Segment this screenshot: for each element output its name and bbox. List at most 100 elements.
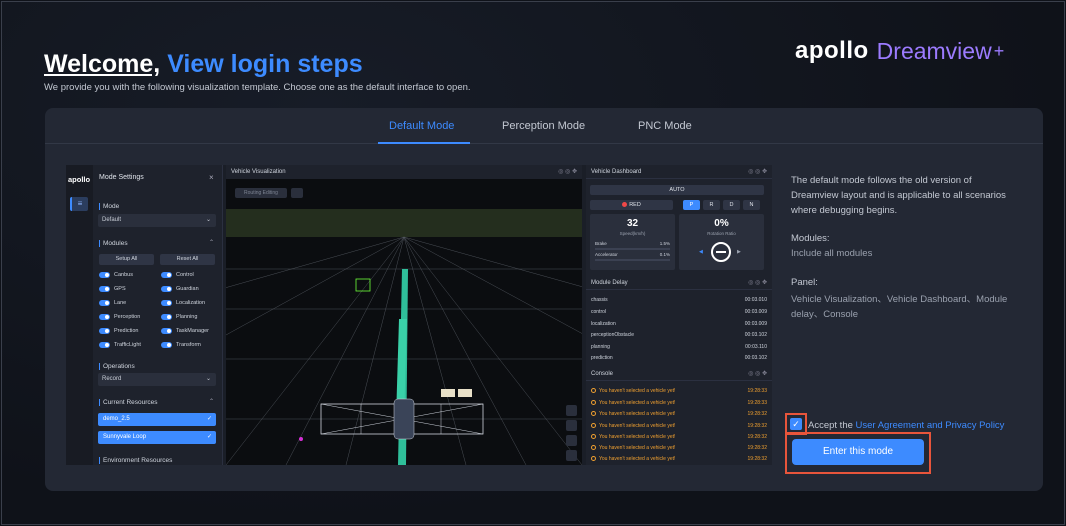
preview-module-toggle: GPS — [99, 285, 126, 293]
panel-controls-icon: ◎ ◎ ✥ — [558, 169, 577, 175]
user-agreement-link[interactable]: User Agreement and Privacy Policy — [856, 420, 1005, 431]
preview-speed-value: 32 — [626, 218, 639, 229]
preview-routing-button: Routing Editing — [235, 188, 287, 198]
preview-mode-label: Mode — [99, 203, 119, 210]
tab-perception-mode[interactable]: Perception Mode — [502, 120, 585, 132]
panel-controls-icon: ◎ ◎ ✥ — [748, 169, 767, 175]
agreement-text: Accept the User Agreement and Privacy Po… — [808, 420, 1004, 431]
preview-console-row: You haven't selected a vehicle yet! 19:28… — [591, 434, 767, 440]
brand-logo: apollo Dreamview + — [795, 36, 1004, 66]
title-underline — [44, 74, 152, 76]
preview-accel-bar — [595, 259, 670, 261]
preview-speed-label: Speed(km/h) — [619, 231, 646, 236]
preview-close-icon: × — [209, 173, 214, 182]
preview-modules-label: Modules — [99, 240, 128, 247]
preview-module-toggle: TrafficLight — [99, 341, 141, 349]
preview-viz-toolbar — [566, 405, 578, 465]
preview-right-panels: Vehicle Dashboard ◎ ◎ ✥ AUTO RED P R D N … — [586, 165, 772, 465]
preview-mode-select: Default ⌄ — [98, 214, 216, 227]
check-circle-icon: ✓ — [206, 416, 212, 422]
preview-env-label: Environment Resources — [99, 457, 172, 464]
mode-description: The default mode follows the old version… — [791, 175, 1006, 216]
preview-console-row: You haven't selected a vehicle yet! 19:28… — [591, 456, 767, 462]
preview-tool-icon — [566, 405, 577, 416]
preview-module-toggle: Perception — [99, 313, 140, 321]
preview-mode-settings: apollo ≡ Mode Settings × Mode Default ⌄ M… — [66, 165, 223, 465]
preview-accel-row: Accelerator 0.1% — [595, 252, 670, 257]
preview-reset-all-button: Reset All — [160, 254, 215, 265]
preview-settings-icon: ≡ — [70, 197, 88, 211]
preview-delay-row: chassis 00:03.010 — [591, 297, 767, 303]
preview-rotation-value: 0% — [714, 218, 729, 229]
preview-brake-row: Brake 1.5% — [595, 241, 670, 246]
preview-brake-bar — [595, 248, 670, 250]
panel-heading: Panel: — [791, 277, 818, 288]
panel-controls-icon: ◎ ◎ ✥ — [748, 371, 767, 377]
preview-console-row: You haven't selected a vehicle yet! 19:28… — [591, 411, 767, 417]
tab-pnc-mode[interactable]: PNC Mode — [638, 120, 692, 132]
preview-module-toggle: Control — [161, 271, 194, 279]
page-subtitle: We provide you with the following visual… — [44, 82, 471, 93]
panel-text: Vehicle Visualization、Vehicle Dashboard、… — [791, 294, 1008, 320]
preview-settings-title: Mode Settings — [99, 174, 144, 181]
view-login-steps-link[interactable]: View login steps — [167, 50, 362, 78]
arrow-right-icon: ▶ — [737, 249, 741, 255]
preview-gear: D — [723, 200, 740, 210]
preview-delay-row: perceptionObstacle 00:03.102 — [591, 332, 767, 338]
modules-text: Include all modules — [791, 248, 873, 259]
active-tab-indicator — [378, 142, 470, 144]
preview-console-row: You haven't selected a vehicle yet! 19:28… — [591, 400, 767, 406]
preview-module-toggle: Prediction — [99, 327, 138, 335]
preview-resource-item: Sunnyvale Loop ✓ — [98, 431, 216, 444]
apollo-logo-text: apollo — [795, 37, 869, 64]
agreement-prefix: Accept the — [808, 420, 853, 431]
chevron-down-icon: ⌄ — [205, 217, 211, 223]
mode-preview-image: apollo ≡ Mode Settings × Mode Default ⌄ M… — [66, 165, 772, 465]
preview-module-toggle: Localization — [161, 299, 205, 307]
preview-tool-icon — [566, 420, 577, 431]
preview-module-toggle: TaskManager — [161, 327, 209, 335]
check-circle-icon: ✓ — [206, 434, 212, 440]
modules-heading: Modules: — [791, 233, 830, 244]
preview-delay-row: planning 00:03.110 — [591, 344, 767, 350]
warning-icon — [591, 456, 596, 462]
app-background: Welcome, View login steps We provide you… — [1, 1, 1065, 525]
preview-setup-all-button: Setup All — [99, 254, 154, 265]
warning-icon — [591, 423, 596, 429]
preview-module-toggle: Transform — [161, 341, 201, 349]
preview-delay-row: control 00:03.009 — [591, 309, 767, 315]
preview-console-row: You haven't selected a vehicle yet! 19:28… — [591, 423, 767, 429]
warning-icon — [591, 434, 596, 440]
preview-gear: P — [683, 200, 700, 210]
preview-speed-box: 32 Speed(km/h) Brake 1.5% Accelerator 0.1% — [590, 214, 675, 270]
preview-console-row: You haven't selected a vehicle yet! 19:28… — [591, 388, 767, 394]
preview-vehicle-visualization: Vehicle Visualization ◎ ◎ ✥ Routing Edit… — [226, 165, 582, 465]
page-title: Welcome, View login steps — [44, 50, 363, 79]
agreement-checkbox[interactable]: ✓ — [790, 418, 802, 430]
preview-console-row: You haven't selected a vehicle yet! 19:28… — [591, 445, 767, 451]
preview-gear: R — [703, 200, 720, 210]
preview-tool-icon — [566, 450, 577, 461]
chevron-up-icon: ⌃ — [209, 399, 215, 405]
preview-module-toggle: Guardian — [161, 285, 199, 293]
warning-icon — [591, 388, 596, 394]
warning-icon — [591, 445, 596, 451]
preview-gear: N — [743, 200, 760, 210]
panel-controls-icon: ◎ ◎ ✥ — [748, 280, 767, 286]
preview-auto-badge: AUTO — [590, 185, 764, 195]
dreamview-logo-text: Dreamview — [876, 37, 992, 64]
enter-mode-button[interactable]: Enter this mode — [792, 439, 924, 465]
warning-icon — [591, 400, 596, 406]
preview-resources-label: Current Resources — [99, 399, 158, 406]
preview-delay-row: localization 00:03.009 — [591, 321, 767, 327]
preview-sidebar: apollo ≡ — [66, 165, 93, 465]
tab-default-mode[interactable]: Default Mode — [389, 120, 454, 132]
warning-icon — [591, 411, 596, 417]
preview-console-header: Console ◎ ◎ ✥ — [586, 367, 772, 381]
red-light-icon — [622, 202, 628, 208]
preview-mode-value: Default — [102, 217, 122, 223]
steering-wheel-icon — [711, 242, 731, 262]
preview-apollo-logo: apollo — [68, 175, 91, 184]
preview-operations-value: Record — [102, 376, 122, 382]
preview-resource-item: demo_2.5 ✓ — [98, 413, 216, 426]
